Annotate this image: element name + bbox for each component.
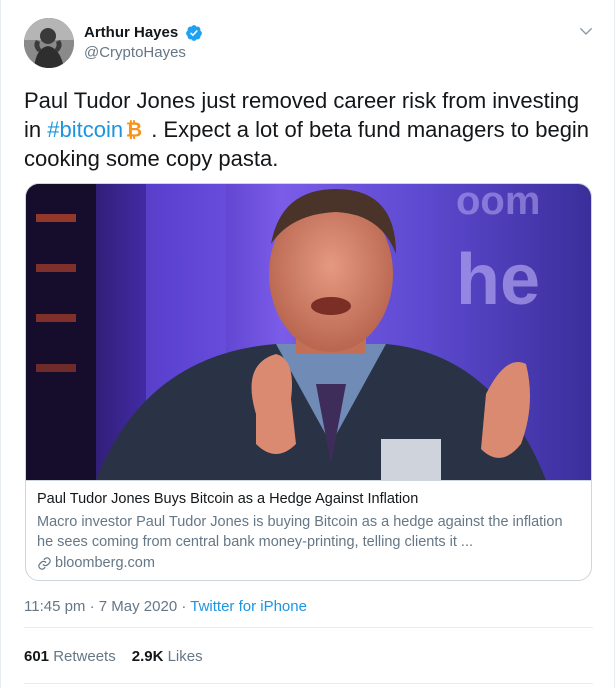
likes-stat[interactable]: 2.9K Likes [132, 648, 203, 665]
tweet-meta: 11:45 pm · 7 May 2020 · Twitter for iPho… [24, 598, 307, 615]
meta-separator-2: · [177, 598, 191, 615]
card-body[interactable]: Paul Tudor Jones Buys Bitcoin as a Hedge… [26, 480, 591, 580]
hashtag-link[interactable]: #bitcoin [47, 117, 123, 142]
meta-separator: · [85, 598, 99, 615]
verified-badge-icon [186, 25, 202, 41]
tweet-stats: 601 Retweets 2.9K Likes [24, 648, 203, 665]
likes-label: Likes [163, 648, 203, 665]
svg-text:oom: oom [456, 184, 540, 223]
avatar[interactable] [24, 18, 74, 68]
retweets-stat[interactable]: 601 Retweets [24, 648, 116, 665]
tweet-date[interactable]: 7 May 2020 [99, 598, 177, 615]
svg-text:₿: ₿ [126, 118, 142, 140]
tweet-time[interactable]: 11:45 pm [24, 598, 85, 615]
avatar-image [24, 18, 74, 68]
likes-count: 2.9K [131, 648, 164, 665]
chevron-down-icon[interactable] [577, 22, 595, 40]
card-domain[interactable]: bloomberg.com [37, 555, 155, 571]
tweet-text: Paul Tudor Jones just removed career ris… [24, 86, 594, 173]
card-description: Macro investor Paul Tudor Jones is buyin… [37, 514, 563, 550]
card-title[interactable]: Paul Tudor Jones Buys Bitcoin as a Hedge… [37, 491, 418, 507]
svg-text:he: he [456, 240, 540, 320]
retweets-count: 601 [24, 648, 50, 665]
bitcoin-emoji-icon: ₿ [126, 118, 142, 140]
tweet-container: Arthur Hayes @CryptoHayes Paul Tudor Jon… [0, 0, 615, 688]
user-handle[interactable]: @CryptoHayes [84, 44, 186, 61]
link-card[interactable]: he oom Paul Tudor Jones Buys Bitcoin as … [25, 183, 592, 581]
link-icon [38, 556, 51, 570]
display-name[interactable]: Arthur Hayes [84, 24, 178, 41]
divider-top [24, 627, 593, 628]
retweets-label: Retweets [49, 648, 116, 665]
divider-bottom [24, 683, 593, 684]
card-image[interactable]: he oom [26, 184, 592, 480]
card-domain-text: bloomberg.com [55, 555, 155, 571]
tweet-source-link[interactable]: Twitter for iPhone [190, 598, 307, 615]
